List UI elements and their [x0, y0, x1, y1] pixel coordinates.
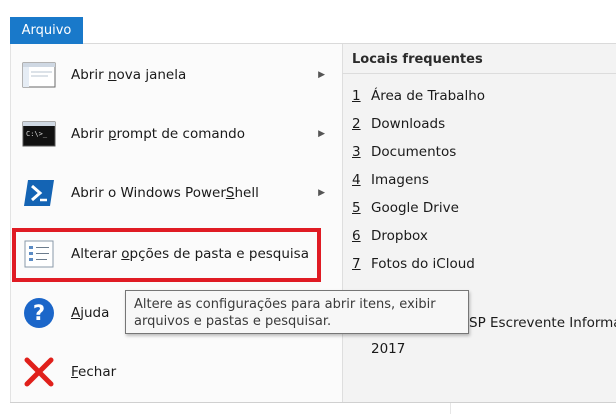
tooltip-line: arquivos e pastas e pesquisar. [134, 314, 332, 329]
close-icon [22, 355, 56, 389]
status-divider [450, 403, 451, 414]
recent-item[interactable]: 6 Dropbox [352, 228, 428, 248]
recent-item[interactable]: 5 Google Drive [352, 200, 459, 220]
tooltip-line: Altere as configurações para abrir itens… [134, 297, 436, 312]
menu-item-label: Abrir prompt de comando [71, 126, 246, 142]
help-icon: ? [22, 296, 56, 330]
ribbon-bar: Arquivo [0, 0, 616, 44]
menu-item-close[interactable]: Fechar [11, 344, 329, 400]
recent-item[interactable]: 7 Fotos do iCloud [352, 256, 475, 276]
frequent-places-heading: Locais frequentes [352, 52, 483, 67]
submenu-arrow-icon: ▶ [318, 129, 325, 139]
recent-item[interactable]: 3 Documentos [352, 144, 456, 164]
menu-item-label: Abrir o Windows PowerShell [71, 185, 259, 201]
tab-arquivo[interactable]: Arquivo [10, 17, 83, 44]
submenu-arrow-icon: ▶ [318, 188, 325, 198]
status-area [0, 403, 616, 414]
recent-item-year: 2017 [371, 341, 406, 357]
new-window-icon [22, 58, 56, 92]
frequent-places-divider [342, 73, 616, 74]
submenu-arrow-icon: ▶ [318, 70, 325, 80]
svg-text:?: ? [33, 301, 45, 325]
recent-item[interactable]: 1 Área de Trabalho [352, 88, 485, 108]
menu-item-command-prompt[interactable]: C:\>_ Abrir prompt de comando ▶ [11, 106, 329, 162]
tooltip: Altere as configurações para abrir itens… [125, 290, 469, 334]
svg-text:C:\>_: C:\>_ [26, 130, 48, 138]
menu-item-label: Ajuda [71, 305, 110, 321]
command-prompt-icon: C:\>_ [22, 117, 56, 151]
recent-item[interactable]: 4 Imagens [352, 172, 429, 192]
menu-item-label: Fechar [71, 364, 117, 380]
powershell-icon [22, 176, 56, 210]
menu-item-new-window[interactable]: Abrir nova janela ▶ [11, 47, 329, 103]
menu-item-label: Abrir nova janela [71, 67, 187, 83]
menu-item-powershell[interactable]: Abrir o Windows PowerShell ▶ [11, 165, 329, 221]
highlight-annotation [12, 228, 321, 282]
recent-item-partial-label[interactable]: SP Escrevente Informa [469, 315, 616, 331]
recent-item[interactable]: 2 Downloads [352, 116, 445, 136]
